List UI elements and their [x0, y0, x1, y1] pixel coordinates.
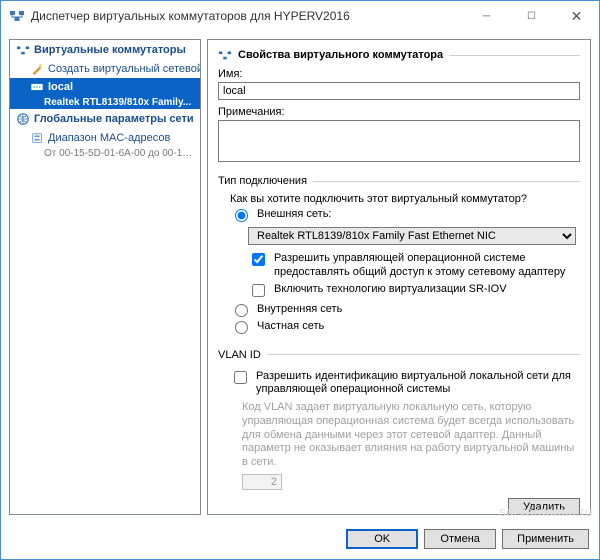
wizard-icon	[30, 62, 44, 76]
window-frame: Диспетчер виртуальных коммутаторов для H…	[0, 0, 600, 560]
window-title: Диспетчер виртуальных коммутаторов для H…	[31, 9, 464, 23]
check-allow-os[interactable]: Разрешить управляющей операционной систе…	[248, 252, 576, 280]
tree-item-local[interactable]: local	[10, 78, 200, 96]
maximize-button[interactable]: ☐	[509, 1, 554, 31]
vlan-desc: Код VLAN задает виртуальную локальную се…	[242, 401, 576, 470]
radio-internal-label: Внутренняя сеть	[257, 303, 342, 317]
radio-external-label: Внешняя сеть:	[257, 208, 331, 222]
ok-button[interactable]: OK	[346, 529, 418, 549]
body: Виртуальные коммутаторы Создать виртуаль…	[1, 31, 599, 523]
radio-external-input[interactable]	[235, 209, 248, 222]
switch-header-icon	[218, 48, 232, 62]
tree-item-mac-sub: От 00-15-5D-01-6A-00 до 00-15-...	[10, 147, 200, 160]
close-button[interactable]: ✕	[554, 1, 599, 31]
delete-button[interactable]: Удалить	[508, 498, 580, 515]
tree-heading-switches[interactable]: Виртуальные коммутаторы	[10, 40, 200, 60]
check-allow-os-label: Разрешить управляющей операционной систе…	[274, 252, 576, 280]
check-vlan-enable-input[interactable]	[234, 371, 247, 384]
mac-icon	[30, 131, 44, 145]
tree-item-mac-label: Диапазон MAC-адресов	[48, 132, 170, 144]
properties-header: Свойства виртуального коммутатора	[218, 48, 580, 62]
radio-private[interactable]: Частная сеть	[230, 320, 576, 334]
notes-textarea[interactable]	[218, 120, 580, 162]
tree-heading-global[interactable]: Глобальные параметры сети	[10, 109, 200, 129]
divider	[449, 55, 580, 56]
tree-item-local-sub: Realtek RTL8139/810x Family...	[10, 96, 200, 109]
tree-heading-switches-label: Виртуальные коммутаторы	[34, 44, 186, 56]
name-label: Имя:	[218, 68, 580, 80]
divider	[313, 181, 580, 182]
properties-header-label: Свойства виртуального коммутатора	[238, 49, 443, 61]
vlan-title: VLAN ID	[218, 349, 261, 361]
tree-panel: Виртуальные коммутаторы Создать виртуаль…	[9, 39, 201, 515]
apply-button[interactable]: Применить	[502, 529, 589, 549]
check-vlan-enable-label: Разрешить идентификацию виртуальной лока…	[256, 370, 576, 398]
divider	[267, 354, 580, 355]
radio-external[interactable]: Внешняя сеть:	[230, 208, 576, 222]
minimize-button[interactable]: ─	[464, 1, 509, 31]
connection-title: Тип подключения	[218, 175, 307, 187]
nic-select[interactable]: Realtek RTL8139/810x Family Fast Etherne…	[248, 227, 576, 245]
properties-panel: Свойства виртуального коммутатора Имя: П…	[207, 39, 591, 515]
radio-internal[interactable]: Внутренняя сеть	[230, 303, 576, 317]
radio-private-input[interactable]	[235, 321, 248, 334]
switches-icon	[16, 43, 30, 57]
check-vlan-enable[interactable]: Разрешить идентификацию виртуальной лока…	[230, 370, 576, 398]
check-sriov[interactable]: Включить технологию виртуализации SR-IOV	[248, 283, 576, 300]
radio-internal-input[interactable]	[235, 304, 248, 317]
radio-private-label: Частная сеть	[257, 320, 324, 334]
vlan-id-input	[242, 474, 282, 490]
name-input[interactable]	[218, 82, 580, 100]
cancel-button[interactable]: Отмена	[424, 529, 496, 549]
check-sriov-input[interactable]	[252, 284, 265, 297]
tree-item-mac[interactable]: Диапазон MAC-адресов	[10, 129, 200, 147]
tree-item-create[interactable]: Создать виртуальный сетевой к...	[10, 60, 200, 78]
notes-label: Примечания:	[218, 106, 580, 118]
footer: OK Отмена Применить	[1, 523, 599, 559]
window-controls: ─ ☐ ✕	[464, 1, 599, 31]
tree-heading-global-label: Глобальные параметры сети	[34, 113, 194, 125]
check-allow-os-input[interactable]	[252, 253, 265, 266]
tree-item-local-label: local	[48, 81, 73, 93]
check-sriov-label: Включить технологию виртуализации SR-IOV	[274, 283, 507, 297]
globe-icon	[16, 112, 30, 126]
connection-group: Тип подключения Как вы хотите подключить…	[218, 175, 580, 339]
app-icon	[9, 8, 25, 24]
vlan-group: VLAN ID Разрешить идентификацию виртуаль…	[218, 349, 580, 492]
switch-icon	[30, 80, 44, 94]
connection-prompt: Как вы хотите подключить этот виртуальны…	[230, 193, 576, 205]
tree-item-create-label: Создать виртуальный сетевой к...	[48, 63, 200, 75]
titlebar: Диспетчер виртуальных коммутаторов для H…	[1, 1, 599, 31]
